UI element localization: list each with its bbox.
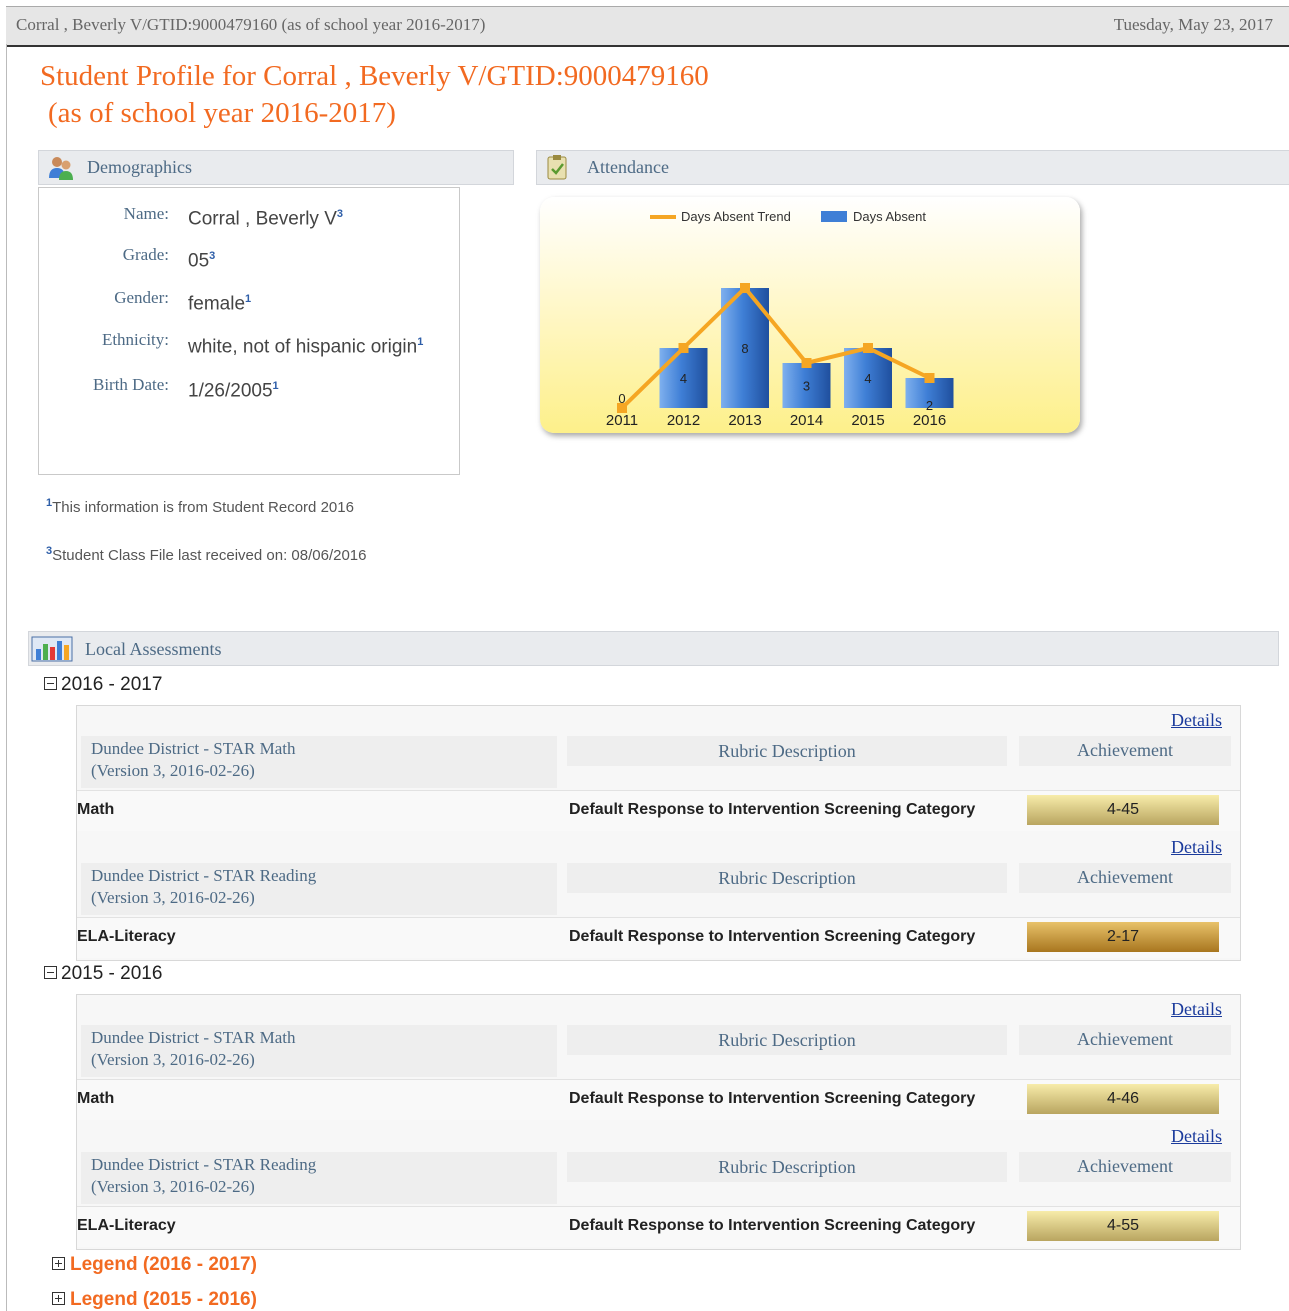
expand-icon[interactable] [52, 1257, 65, 1270]
achievement-value: 4-45 [1027, 795, 1219, 825]
page-title-line2: (as of school year 2016-2017) [48, 97, 396, 129]
footnote-3: 3Student Class File last received on: 08… [46, 545, 367, 564]
collapse-icon[interactable] [44, 677, 57, 690]
assessment-header: Details Dundee District - STAR Math (Ver… [77, 706, 1240, 790]
rubric-description: Default Response to Intervention Screeni… [569, 1090, 976, 1107]
demographics-panel: Name: Corral , Beverly V3 Grade: 053 Gen… [38, 187, 460, 475]
chart-legend: Days Absent Trend Days Absent [650, 209, 926, 224]
data-label-2013: 8 [741, 341, 748, 356]
demographics-header: Demographics [38, 150, 514, 185]
x-tick-label-2013: 2013 [728, 412, 761, 429]
achievement-header: Achievement [1019, 863, 1231, 893]
assessment-header: Details Dundee District - STAR Reading (… [77, 833, 1240, 917]
trend-point-2012 [678, 343, 689, 353]
legend-toggle-2015-2016[interactable]: Legend (2015 - 2016) [52, 1289, 257, 1311]
page-left-border [6, 44, 7, 1311]
details-link[interactable]: Details [1171, 837, 1222, 858]
achievement-value: 4-46 [1027, 1084, 1219, 1114]
trend-point-2014 [801, 358, 812, 368]
collapse-icon[interactable] [44, 966, 57, 979]
name-label: Name: [123, 204, 169, 223]
achievement-header: Achievement [1019, 736, 1231, 766]
achievement-value: 2-17 [1027, 922, 1219, 952]
data-label-2012: 4 [680, 371, 687, 386]
page-title: Student Profile for Corral , Beverly V/G… [40, 58, 709, 132]
demographics-header-label: Demographics [87, 157, 192, 177]
top-bar: Corral , Beverly V/GTID:9000479160 (as o… [6, 6, 1289, 47]
achievement-header: Achievement [1019, 1025, 1231, 1055]
local-assessments-header: Local Assessments [28, 631, 1279, 666]
ethnicity-value: white, not of hispanic origin1 [188, 336, 424, 358]
table-row: Math Default Response to Intervention Sc… [77, 1079, 1240, 1120]
test-name: Dundee District - STAR Reading (Version … [81, 1152, 557, 1204]
assessment-year-group-2016-2017: Details Dundee District - STAR Math (Ver… [76, 705, 1241, 961]
top-bar-student-label: Corral , Beverly V/GTID:9000479160 (as o… [16, 15, 486, 34]
rubric-description-header: Rubric Description [567, 863, 1007, 893]
trend-point-2013 [740, 283, 750, 293]
table-row: ELA-Literacy Default Response to Interve… [77, 917, 1240, 958]
achievement-header: Achievement [1019, 1152, 1231, 1182]
details-link[interactable]: Details [1171, 999, 1222, 1020]
expand-icon[interactable] [52, 1292, 65, 1305]
attendance-header: Attendance [536, 150, 1289, 185]
rubric-description-header: Rubric Description [567, 1025, 1007, 1055]
details-link[interactable]: Details [1171, 1126, 1222, 1147]
x-tick-label-2011: 2011 [606, 412, 638, 429]
page-title-line1: Student Profile for Corral , Beverly V/G… [40, 60, 709, 92]
attendance-chart-svg: Days Absent Trend Days Absent 0 2011 4 2012… [606, 209, 954, 429]
legend-label-days-absent: Days Absent [853, 209, 926, 224]
subject: ELA-Literacy [77, 928, 176, 945]
people-icon [49, 157, 73, 180]
data-label-2014: 3 [803, 379, 810, 394]
rubric-description-header: Rubric Description [567, 736, 1007, 766]
year-toggle-2016-2017[interactable]: 2016 - 2017 [44, 674, 162, 696]
assessment-year-group-2015-2016: Details Dundee District - STAR Math (Ver… [76, 994, 1241, 1250]
data-label-2015: 4 [864, 371, 871, 386]
details-link[interactable]: Details [1171, 710, 1222, 731]
grade-label: Grade: [122, 245, 169, 264]
ethnicity-label: Ethnicity: [101, 330, 169, 349]
footnote-1: 1This information is from Student Record… [46, 497, 354, 516]
legend-toggle-2016-2017[interactable]: Legend (2016 - 2017) [52, 1254, 257, 1276]
subject: ELA-Literacy [77, 1217, 176, 1234]
birth-date-value: 1/26/20051 [188, 380, 279, 402]
legend-swatch-days-absent [821, 211, 847, 222]
subject: Math [77, 801, 115, 818]
assessment-header: Details Dundee District - STAR Math (Ver… [77, 995, 1240, 1079]
trend-point-2016 [924, 373, 935, 383]
birth-date-label: Birth Date: [92, 375, 169, 394]
test-name: Dundee District - STAR Reading (Version … [81, 863, 557, 915]
x-tick-label-2015: 2015 [851, 412, 884, 429]
x-tick-label-2016: 2016 [913, 412, 946, 429]
x-tick-label-2012: 2012 [667, 412, 700, 429]
rubric-description-header: Rubric Description [567, 1152, 1007, 1182]
attendance-chart: Days Absent Trend Days Absent 0 2011 4 2012… [540, 197, 1080, 433]
table-row: Math Default Response to Intervention Sc… [77, 790, 1240, 831]
local-assessments-header-label: Local Assessments [85, 639, 222, 659]
assessment-header: Details Dundee District - STAR Reading (… [77, 1122, 1240, 1206]
rubric-description: Default Response to Intervention Screeni… [569, 928, 976, 945]
data-label-2016: 2 [926, 398, 933, 413]
attendance-header-label: Attendance [587, 157, 669, 177]
rubric-description: Default Response to Intervention Screeni… [569, 801, 976, 818]
rubric-description: Default Response to Intervention Screeni… [569, 1217, 976, 1234]
grade-value: 053 [188, 250, 216, 272]
trend-point-2015 [863, 343, 873, 353]
top-bar-date: Tuesday, May 23, 2017 [1113, 15, 1273, 34]
gender-label: Gender: [114, 288, 169, 307]
subject: Math [77, 1090, 115, 1107]
achievement-value: 4-55 [1027, 1211, 1219, 1241]
gender-value: female1 [188, 293, 252, 315]
test-name: Dundee District - STAR Math (Version 3, … [81, 1025, 557, 1077]
data-label-2011: 0 [618, 391, 625, 406]
clipboard-icon [547, 155, 567, 180]
table-row: ELA-Literacy Default Response to Interve… [77, 1206, 1240, 1247]
year-toggle-2015-2016[interactable]: 2015 - 2016 [44, 963, 162, 985]
test-name: Dundee District - STAR Math (Version 3, … [81, 736, 557, 788]
bar-chart-icon [31, 636, 73, 662]
legend-label-trend: Days Absent Trend [681, 209, 791, 224]
name-value: Corral , Beverly V3 [188, 208, 343, 230]
x-tick-label-2014: 2014 [790, 412, 823, 429]
